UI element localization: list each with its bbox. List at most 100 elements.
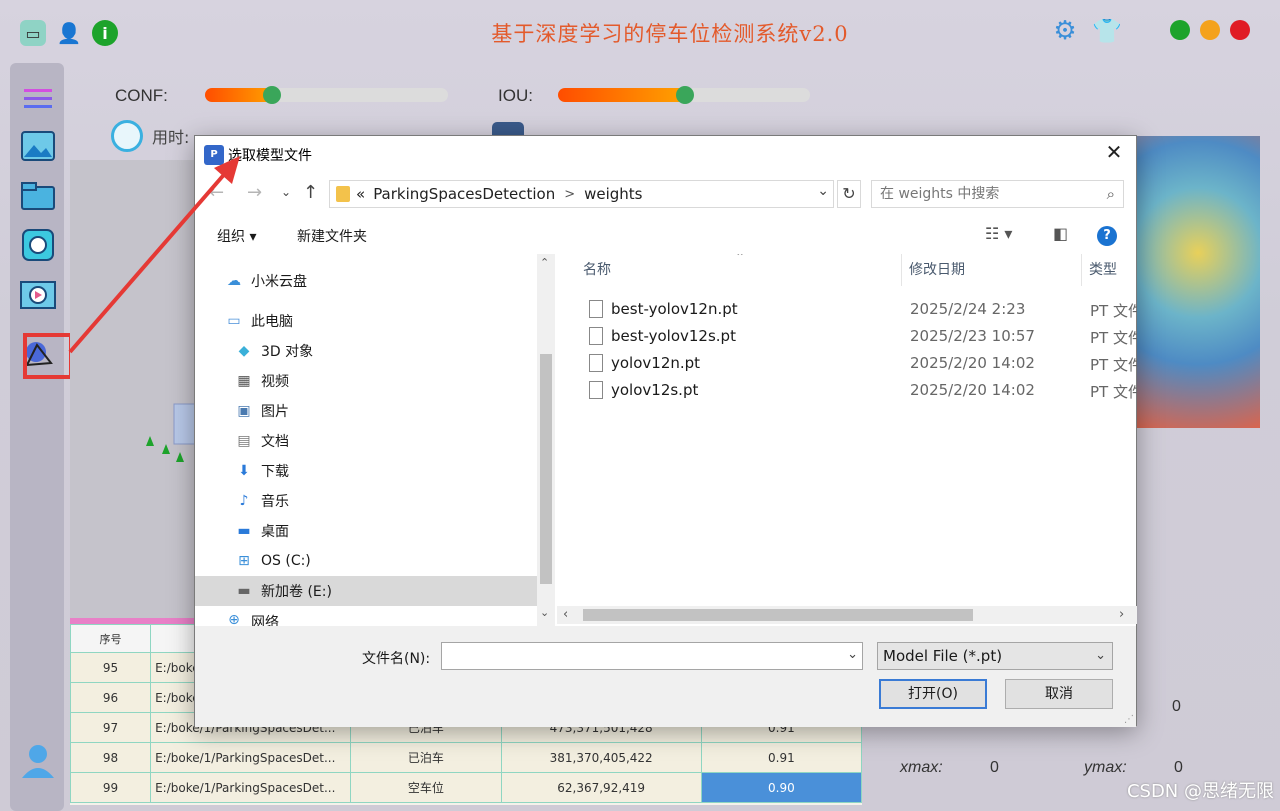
file-date: 2025/2/24 2:23	[910, 300, 1026, 318]
chevron-down-icon[interactable]: ⌄	[817, 183, 829, 199]
column-header-type[interactable]: 类型	[1083, 254, 1117, 286]
file-name: yolov12s.pt	[611, 381, 699, 399]
scroll-left-icon[interactable]: ‹	[563, 607, 568, 622]
conf-slider[interactable]	[205, 86, 448, 104]
user-icon[interactable]: 👤	[56, 20, 82, 46]
table-row[interactable]: 98 E:/boke/1/ParkingSpacesDet... 已泊车 381…	[69, 742, 863, 773]
column-header-name[interactable]: 名称	[577, 254, 611, 286]
nav-item-documents[interactable]: ▤ 文档	[195, 426, 537, 456]
chevron-down-icon[interactable]: ⌄	[847, 647, 858, 662]
nav-item-videos[interactable]: ▦ 视频	[195, 366, 537, 396]
filter-value: Model File (*.pt)	[883, 647, 1003, 665]
info-icon[interactable]: i	[92, 20, 118, 46]
file-row[interactable]: yolov12s.pt 2025/2/20 14:02 PT 文件	[557, 377, 1137, 404]
windows-drive-icon: ⊞	[238, 553, 250, 569]
nav-item-pictures[interactable]: ▣ 图片	[195, 396, 537, 426]
new-folder-button[interactable]: 新建文件夹	[297, 226, 367, 246]
ymax-value: 0	[1174, 759, 1183, 776]
file-type-filter-select[interactable]: Model File (*.pt) ⌄	[877, 642, 1113, 670]
row-box: 381,370,405,422	[500, 742, 702, 773]
up-arrow-icon[interactable]: ↑	[303, 182, 318, 203]
dialog-titlebar[interactable]: P 选取模型文件 ✕	[195, 136, 1136, 172]
close-icon[interactable]: ✕	[1104, 142, 1124, 162]
search-input[interactable]: 在 weights 中搜索 ⌕	[871, 180, 1124, 208]
command-bar: 组织 ▾ 新建文件夹 ☷ ▾ ◧	[195, 218, 1136, 254]
file-icon	[589, 300, 603, 318]
scroll-down-icon[interactable]: ⌄	[540, 606, 549, 619]
image-icon[interactable]	[19, 129, 57, 163]
nav-item-label: 图片	[261, 404, 289, 420]
forward-arrow-icon[interactable]: →	[247, 182, 262, 203]
address-bar[interactable]: « ParkingSpacesDetection > weights ⌄	[329, 180, 834, 208]
row-box: 62,367,92,419	[500, 772, 702, 803]
conf-slider-knob[interactable]	[263, 86, 281, 104]
nav-item-this-pc[interactable]: ▭ 此电脑	[195, 306, 537, 336]
theme-icon[interactable]: 👕	[1092, 16, 1122, 46]
nav-item-network[interactable]: ⊕ 网络	[195, 612, 537, 626]
open-button[interactable]: 打开(O)	[879, 679, 987, 709]
view-options-icon[interactable]: ☷ ▾	[985, 224, 1012, 243]
ymax-label-text: ymax:	[1084, 759, 1127, 776]
menu-icon[interactable]	[19, 81, 57, 115]
file-pane-horizontal-scrollbar[interactable]: ‹ ›	[557, 606, 1137, 624]
filename-label: 文件名(N):	[362, 651, 431, 667]
filename-input[interactable]: ⌄	[441, 642, 863, 670]
nav-item-drive-c[interactable]: ⊞ OS (C:)	[195, 546, 537, 576]
scrollbar-thumb[interactable]	[583, 609, 973, 621]
recent-dropdown-icon[interactable]: ⌄	[281, 185, 291, 199]
nav-item-downloads[interactable]: ⬇ 下载	[195, 456, 537, 486]
row-path: E:/boke/1/ParkingSpacesDet...	[150, 772, 352, 803]
file-type: PT 文件	[1090, 329, 1137, 347]
chevron-down-icon[interactable]: ⌄	[1095, 643, 1106, 669]
refresh-icon[interactable]: ↻	[837, 180, 861, 208]
file-type: PT 文件	[1090, 302, 1137, 320]
folder-icon[interactable]	[19, 179, 57, 213]
breadcrumb-prefix[interactable]: «	[356, 185, 365, 203]
preview-pane-icon[interactable]: ◧	[1053, 224, 1068, 243]
row-conf: 0.90	[700, 772, 863, 803]
column-divider[interactable]	[901, 254, 902, 286]
document-icon: ▤	[237, 433, 251, 449]
nav-item-3d-objects[interactable]: ◆ 3D 对象	[195, 336, 537, 366]
scroll-up-icon[interactable]: ⌃	[540, 256, 549, 269]
search-icon[interactable]: ⌕	[1107, 181, 1115, 207]
table-row[interactable]: 99 E:/boke/1/ParkingSpacesDet... 空车位 62,…	[69, 772, 863, 803]
nav-item-cloud[interactable]: ☁ 小米云盘	[195, 266, 537, 296]
file-name: yolov12n.pt	[611, 354, 701, 372]
organize-button[interactable]: 组织 ▾	[217, 226, 256, 246]
scroll-right-icon[interactable]: ›	[1119, 607, 1124, 622]
sidebar	[10, 63, 64, 811]
close-app-button[interactable]	[1230, 20, 1250, 40]
nav-pane-scrollbar[interactable]: ⌃ ⌄	[537, 254, 555, 626]
breadcrumb-item[interactable]: ParkingSpacesDetection	[373, 185, 555, 203]
save-icon[interactable]: ▭	[20, 20, 46, 46]
desktop-icon: ▬	[237, 523, 251, 539]
cancel-button[interactable]: 取消	[1005, 679, 1113, 709]
nav-item-drive-e[interactable]: ▬ 新加卷 (E:)	[195, 576, 537, 606]
download-icon: ⬇	[238, 463, 250, 479]
file-row[interactable]: best-yolov12s.pt 2025/2/23 10:57 PT 文件	[557, 323, 1137, 350]
resize-grip-icon[interactable]: ⋰	[1124, 714, 1134, 725]
iou-slider-knob[interactable]	[676, 86, 694, 104]
scrollbar-thumb[interactable]	[540, 354, 552, 584]
minimize-button[interactable]	[1170, 20, 1190, 40]
sort-ascending-icon: ⌃	[735, 254, 746, 264]
gear-icon[interactable]: ⚙	[1050, 16, 1080, 46]
nav-item-desktop[interactable]: ▬ 桌面	[195, 516, 537, 546]
back-arrow-icon[interactable]: ←	[209, 182, 224, 203]
maximize-button[interactable]	[1200, 20, 1220, 40]
file-row[interactable]: best-yolov12n.pt 2025/2/24 2:23 PT 文件	[557, 296, 1137, 323]
camera-icon[interactable]	[19, 228, 57, 262]
computer-icon: ▭	[227, 313, 241, 329]
column-header-date[interactable]: 修改日期	[903, 254, 965, 286]
nav-item-music[interactable]: ♪ 音乐	[195, 486, 537, 516]
clock-icon	[111, 120, 143, 152]
music-icon: ♪	[239, 493, 249, 509]
help-icon[interactable]: ?	[1097, 226, 1117, 246]
file-row[interactable]: yolov12n.pt 2025/2/20 14:02 PT 文件	[557, 350, 1137, 377]
column-divider[interactable]	[1081, 254, 1082, 286]
video-file-icon[interactable]	[19, 279, 57, 313]
account-avatar-icon[interactable]	[19, 743, 57, 778]
iou-slider[interactable]	[558, 86, 810, 104]
breadcrumb-item[interactable]: weights	[584, 185, 642, 203]
